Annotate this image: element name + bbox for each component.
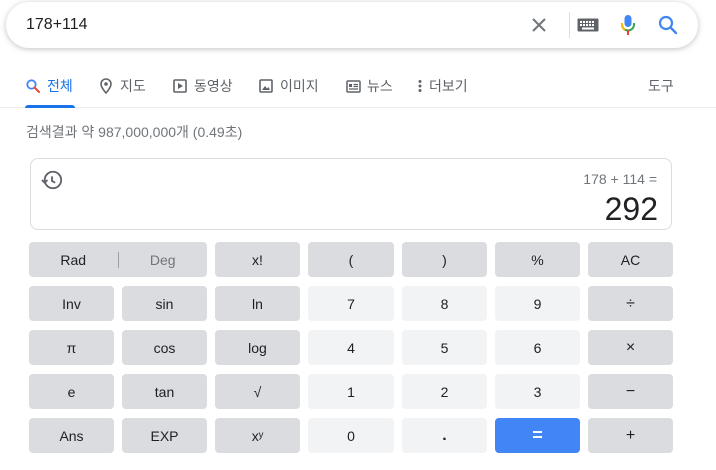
search-icon[interactable]: [656, 13, 680, 37]
calculator-expression: 178 + 114 =: [583, 171, 657, 187]
factorial-button[interactable]: x!: [215, 242, 300, 277]
all-clear-button[interactable]: AC: [588, 242, 673, 277]
right-paren-button[interactable]: ): [402, 242, 487, 277]
search-bar: [6, 2, 698, 48]
rad-button[interactable]: Rad: [29, 252, 118, 268]
map-pin-icon: [98, 78, 114, 94]
cos-button[interactable]: cos: [122, 330, 207, 365]
digit-4-button[interactable]: 4: [308, 330, 394, 365]
digit-2-button[interactable]: 2: [402, 374, 487, 409]
multiply-button[interactable]: ×: [588, 330, 673, 365]
search-icon: [25, 78, 41, 94]
image-icon: [258, 78, 274, 94]
history-icon[interactable]: [41, 169, 65, 193]
exp-button[interactable]: EXP: [122, 418, 207, 453]
active-tab-indicator: [25, 105, 75, 108]
search-divider: [569, 12, 570, 38]
search-tabs: 전체 지도 동영상 이미지 뉴스 더보기 도구: [0, 62, 716, 108]
tab-label: 지도: [120, 78, 146, 94]
news-icon: [345, 78, 361, 94]
video-icon: [172, 78, 188, 94]
digit-6-button[interactable]: 6: [495, 330, 580, 365]
tab-news[interactable]: 뉴스: [345, 76, 393, 96]
rad-deg-toggle[interactable]: Rad Deg: [29, 242, 207, 277]
tab-tools[interactable]: 도구: [648, 76, 674, 96]
tan-button[interactable]: tan: [122, 374, 207, 409]
tab-label: 더보기: [429, 78, 468, 94]
tab-label: 전체: [47, 78, 73, 94]
digit-0-button[interactable]: 0: [308, 418, 394, 453]
digit-5-button[interactable]: 5: [402, 330, 487, 365]
calculator-result: 292: [604, 191, 658, 227]
decimal-point-button[interactable]: .: [402, 418, 487, 453]
mic-icon[interactable]: [616, 13, 640, 37]
tab-videos[interactable]: 동영상: [172, 76, 233, 96]
tab-more[interactable]: 더보기: [415, 76, 468, 96]
log-button[interactable]: log: [215, 330, 300, 365]
deg-button[interactable]: Deg: [119, 252, 208, 268]
tab-maps[interactable]: 지도: [98, 76, 146, 96]
digit-7-button[interactable]: 7: [308, 286, 394, 321]
pi-button[interactable]: π: [29, 330, 114, 365]
close-icon[interactable]: [527, 13, 551, 37]
digit-9-button[interactable]: 9: [495, 286, 580, 321]
ln-button[interactable]: ln: [215, 286, 300, 321]
inverse-button[interactable]: Inv: [29, 286, 114, 321]
divide-button[interactable]: ÷: [588, 286, 673, 321]
keyboard-icon[interactable]: [576, 13, 600, 37]
digit-1-button[interactable]: 1: [308, 374, 394, 409]
add-button[interactable]: +: [588, 418, 673, 453]
sqrt-button[interactable]: √: [215, 374, 300, 409]
tab-label: 도구: [648, 78, 674, 94]
more-vert-icon: [415, 78, 425, 94]
tab-label: 동영상: [194, 78, 233, 94]
tab-images[interactable]: 이미지: [258, 76, 319, 96]
equals-button[interactable]: =: [495, 418, 580, 453]
digit-3-button[interactable]: 3: [495, 374, 580, 409]
sin-button[interactable]: sin: [122, 286, 207, 321]
euler-button[interactable]: e: [29, 374, 114, 409]
ans-button[interactable]: Ans: [29, 418, 114, 453]
result-stats: 검색결과 약 987,000,000개 (0.49초): [26, 124, 243, 140]
digit-8-button[interactable]: 8: [402, 286, 487, 321]
tab-all[interactable]: 전체: [25, 76, 73, 96]
power-button[interactable]: xʸ: [215, 418, 300, 453]
calculator-display: 178 + 114 = 292: [30, 158, 672, 230]
tab-label: 뉴스: [367, 78, 393, 94]
percent-button[interactable]: %: [495, 242, 580, 277]
search-input[interactable]: [26, 14, 506, 36]
left-paren-button[interactable]: (: [308, 242, 394, 277]
tab-label: 이미지: [280, 78, 319, 94]
subtract-button[interactable]: −: [588, 374, 673, 409]
